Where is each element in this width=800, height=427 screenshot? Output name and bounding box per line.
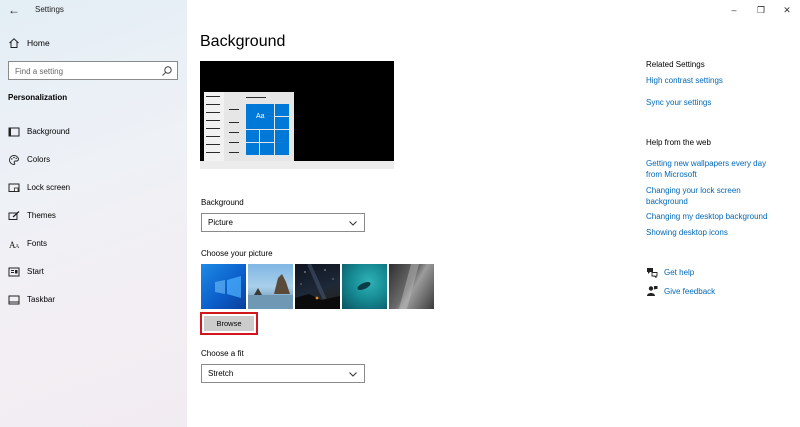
sidebar-item-label: Home [27,38,50,48]
preview-line [206,152,220,153]
search-icon[interactable] [161,65,173,77]
sidebar-item-background[interactable]: Background [0,123,187,141]
section-title: Personalization [8,93,68,102]
preview-line [206,96,220,97]
choose-fit-label: Choose a fit [201,349,244,358]
preview-tile [275,104,289,116]
preview-tile [246,143,259,155]
sidebar-item-fonts[interactable]: A A Fonts [0,235,187,253]
search-box[interactable] [8,61,178,80]
choose-picture-label: Choose your picture [201,249,273,258]
get-help-label: Get help [664,268,695,277]
preview-line [206,144,220,145]
preview-line [229,109,239,110]
sync-settings-link[interactable]: Sync your settings [646,98,786,109]
browse-button[interactable]: Browse [200,312,258,335]
sidebar-item-label: Colors [27,155,51,164]
background-preview: Aa [200,61,394,169]
lock-screen-link[interactable]: Changing your lock screen background [646,186,756,207]
page-title: Background [200,33,286,50]
chevron-down-icon [349,221,357,226]
preview-line [206,104,220,105]
sidebar-item-label: Start [27,267,44,276]
help-title: Help from the web [646,138,711,147]
sidebar-item-lock-screen[interactable]: Lock screen [0,179,187,197]
chat-help-icon [647,268,658,278]
preview-line [206,112,220,113]
search-input[interactable] [15,64,155,78]
preview-tile [275,130,289,155]
palette-icon [9,155,19,165]
preview-tile [260,130,274,142]
high-contrast-link[interactable]: High contrast settings [646,76,786,87]
home-icon [9,38,19,48]
sidebar-item-label: Background [27,127,70,136]
lock-screen-icon [8,183,20,192]
sidebar-item-label: Taskbar [27,295,56,304]
rock-cliff-image [399,264,419,309]
night-sky-image [295,264,340,309]
sidebar: ← Settings Home Personalization Backgrou… [0,0,187,427]
sidebar-item-start[interactable]: Start [0,263,187,281]
beach-rocks-image [248,274,293,309]
picture-thumbnail-5[interactable] [389,264,434,309]
close-button[interactable]: ✕ [780,3,794,17]
svg-text:A: A [15,244,20,250]
preview-line [206,136,220,137]
desktop-icons-link[interactable]: Showing desktop icons [646,228,786,239]
preview-stand [200,161,394,169]
preview-sample-text: Aa [256,113,265,120]
preview-line [229,142,239,143]
sidebar-item-label: Fonts [27,239,48,248]
preview-line [206,120,220,121]
font-icon: A A [9,240,20,250]
wallpapers-link[interactable]: Getting new wallpapers every day from Mi… [646,159,776,180]
preview-tile [246,130,259,142]
sidebar-item-taskbar[interactable]: Taskbar [0,291,187,309]
picture-thumbnail-2[interactable] [248,264,293,309]
preview-line [229,132,239,133]
desktop-background-link[interactable]: Changing my desktop background [646,212,786,223]
picture-icon [8,127,20,137]
title-bar: ← Settings [0,0,187,20]
related-settings-title: Related Settings [646,60,705,69]
sidebar-item-label: Lock screen [27,183,71,192]
brush-icon [8,211,20,220]
windows-logo-image [215,276,241,298]
browse-button-label: Browse [204,316,254,331]
preview-window: Aa [204,92,294,162]
chevron-down-icon [349,372,357,377]
fit-dropdown-value: Stretch [208,369,234,378]
fit-dropdown[interactable]: Stretch [201,364,365,383]
preview-line [229,152,239,153]
sidebar-item-themes[interactable]: Themes [0,207,187,225]
app-title: Settings [35,5,64,14]
minimize-button[interactable]: – [727,3,741,17]
preview-tile [260,143,274,155]
start-icon [8,267,20,277]
taskbar-icon [8,295,20,305]
preview-line [229,122,239,123]
preview-tile [275,117,289,129]
sidebar-item-home[interactable]: Home [0,34,187,52]
sidebar-item-label: Themes [27,211,56,220]
background-dropdown-value: Picture [208,218,233,227]
feedback-icon [647,286,658,296]
preview-line [206,128,220,129]
give-feedback-label: Give feedback [664,287,716,296]
background-dropdown[interactable]: Picture [201,213,365,232]
preview-tile: Aa [246,104,274,129]
picture-thumbnail-3[interactable] [295,264,340,309]
background-label: Background [201,198,244,207]
sidebar-item-colors[interactable]: Colors [0,151,187,169]
picture-thumbnail-1[interactable] [201,264,246,309]
picture-thumbnail-4[interactable] [342,264,387,309]
back-arrow-icon[interactable]: ← [6,2,22,18]
underwater-diver-image [357,281,371,291]
restore-button[interactable]: ❐ [754,3,768,17]
preview-line [246,97,266,98]
